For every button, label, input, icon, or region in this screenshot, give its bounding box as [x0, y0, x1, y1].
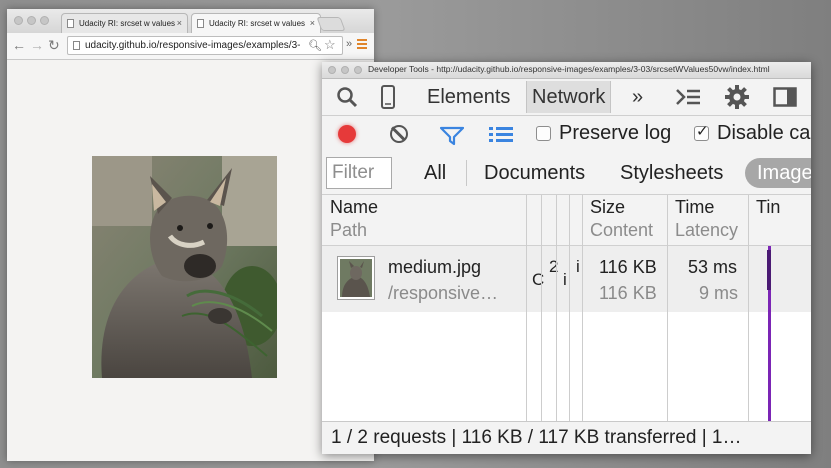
- tab-elements[interactable]: Elements: [427, 84, 510, 110]
- menu-icon[interactable]: [357, 39, 367, 51]
- large-rows-icon[interactable]: [489, 127, 513, 145]
- column-divider: [582, 195, 583, 421]
- zoom-icon[interactable]: 🔍︎: [308, 39, 322, 52]
- devtools-window-title: Developer Tools - http://udacity.github.…: [368, 64, 770, 74]
- request-status: 2: [549, 257, 559, 276]
- filter-type-all[interactable]: All: [424, 162, 446, 185]
- devtools-titlebar: Developer Tools - http://udacity.github.…: [322, 62, 811, 79]
- request-name[interactable]: medium.jpg: [388, 257, 481, 278]
- filter-type-stylesheets[interactable]: Stylesheets: [620, 162, 723, 185]
- browser-tab[interactable]: Udacity RI: srcset w values ×: [61, 13, 188, 33]
- devtools-panel-tabs: Elements Network »: [322, 79, 811, 116]
- column-content[interactable]: Content: [590, 220, 653, 241]
- filter-type-images[interactable]: Image: [745, 158, 811, 188]
- column-latency[interactable]: Latency: [675, 220, 738, 241]
- request-table-header: Name Path Size Content Time Latency Tin: [322, 195, 811, 246]
- gear-icon[interactable]: [724, 84, 750, 110]
- url-text[interactable]: udacity.github.io/responsive-images/exam…: [85, 40, 300, 51]
- close-window-button[interactable]: [14, 16, 23, 25]
- new-tab-button[interactable]: [316, 17, 346, 31]
- image-thumbnail: [337, 256, 375, 300]
- close-window-button[interactable]: [328, 66, 336, 74]
- preserve-log-checkbox[interactable]: [536, 126, 551, 141]
- filter-funnel-icon[interactable]: [440, 126, 464, 146]
- filter-separator: [466, 160, 467, 186]
- forward-arrow-icon[interactable]: →: [30, 36, 44, 54]
- request-content-size: 116 KB: [599, 283, 657, 303]
- filter-bar: Filter All Documents Stylesheets Image: [322, 152, 811, 195]
- more-tabs-icon[interactable]: »: [632, 84, 643, 110]
- browser-window: Udacity RI: srcset w values × Udacity RI…: [7, 9, 374, 461]
- preserve-log-label: Preserve log: [559, 122, 672, 144]
- back-arrow-icon[interactable]: ←: [12, 36, 26, 54]
- tab-close-icon[interactable]: ×: [310, 14, 315, 33]
- tab-close-icon[interactable]: ×: [177, 14, 182, 33]
- devtools-window: Developer Tools - http://udacity.github.…: [322, 62, 811, 454]
- tab-title: Udacity RI: srcset w values: [79, 19, 176, 28]
- column-time[interactable]: Time: [675, 197, 714, 218]
- console-drawer-icon[interactable]: [675, 88, 701, 106]
- column-timeline[interactable]: Tin: [756, 197, 780, 218]
- request-latency: 9 ms: [699, 283, 739, 303]
- tab-network[interactable]: Network: [526, 81, 612, 113]
- timeline-request-bar: [767, 250, 771, 290]
- network-toolbar: Preserve log ✓ Disable ca: [322, 116, 811, 152]
- tab-title: Udacity RI: srcset w values: [209, 19, 306, 28]
- page-icon: [197, 19, 204, 28]
- column-name[interactable]: Name: [330, 197, 378, 218]
- filter-type-documents[interactable]: Documents: [484, 162, 585, 185]
- request-type: i: [563, 270, 567, 289]
- extensions-overflow-icon[interactable]: »: [346, 38, 352, 50]
- column-path[interactable]: Path: [330, 220, 367, 241]
- reload-icon[interactable]: ↻: [48, 36, 60, 54]
- search-icon[interactable]: [336, 86, 358, 108]
- table-row[interactable]: medium.jpg /responsive… C 2 i i 116 KB 1…: [322, 246, 811, 312]
- column-divider: [526, 195, 527, 421]
- browser-tabstrip: Udacity RI: srcset w values × Udacity RI…: [7, 9, 374, 33]
- page-content: [7, 60, 374, 461]
- minimize-window-button[interactable]: [341, 66, 349, 74]
- filter-input[interactable]: Filter: [326, 157, 392, 189]
- request-size: 116 KB: [599, 257, 657, 277]
- dock-side-icon[interactable]: [773, 87, 797, 107]
- bookmark-star-icon[interactable]: ☆: [324, 37, 336, 53]
- browser-toolbar: ← → ↻ udacity.github.io/responsive-image…: [7, 33, 374, 60]
- checkmark-icon: ✓: [696, 123, 709, 140]
- request-method: C: [532, 270, 545, 289]
- column-divider: [748, 195, 749, 421]
- disable-cache-checkbox[interactable]: ✓: [694, 123, 709, 141]
- clear-icon[interactable]: [390, 125, 408, 143]
- disable-cache-label: Disable ca: [717, 122, 811, 144]
- request-table-empty-area: [322, 312, 811, 421]
- zoom-window-button[interactable]: [40, 16, 49, 25]
- wallaby-photo: [92, 156, 277, 378]
- request-path: /responsive…: [388, 283, 499, 303]
- device-mode-icon[interactable]: [380, 85, 396, 109]
- column-divider: [556, 195, 557, 421]
- column-divider: [569, 195, 570, 421]
- request-initiator: i: [576, 257, 580, 276]
- request-time: 53 ms: [688, 257, 738, 277]
- column-divider: [541, 195, 542, 421]
- zoom-window-button[interactable]: [354, 66, 362, 74]
- column-divider: [667, 195, 668, 421]
- minimize-window-button[interactable]: [27, 16, 36, 25]
- network-status-bar: 1 / 2 requests | 116 KB / 117 KB transfe…: [322, 421, 811, 454]
- address-bar[interactable]: udacity.github.io/responsive-images/exam…: [67, 36, 343, 55]
- browser-tab-active[interactable]: Udacity RI: srcset w values ×: [191, 13, 321, 33]
- record-button[interactable]: [338, 125, 356, 143]
- page-icon: [73, 41, 80, 50]
- status-summary: 1 / 2 requests | 116 KB / 117 KB transfe…: [331, 427, 742, 448]
- column-size[interactable]: Size: [590, 197, 625, 218]
- filter-placeholder: Filter: [332, 162, 375, 183]
- page-icon: [67, 19, 74, 28]
